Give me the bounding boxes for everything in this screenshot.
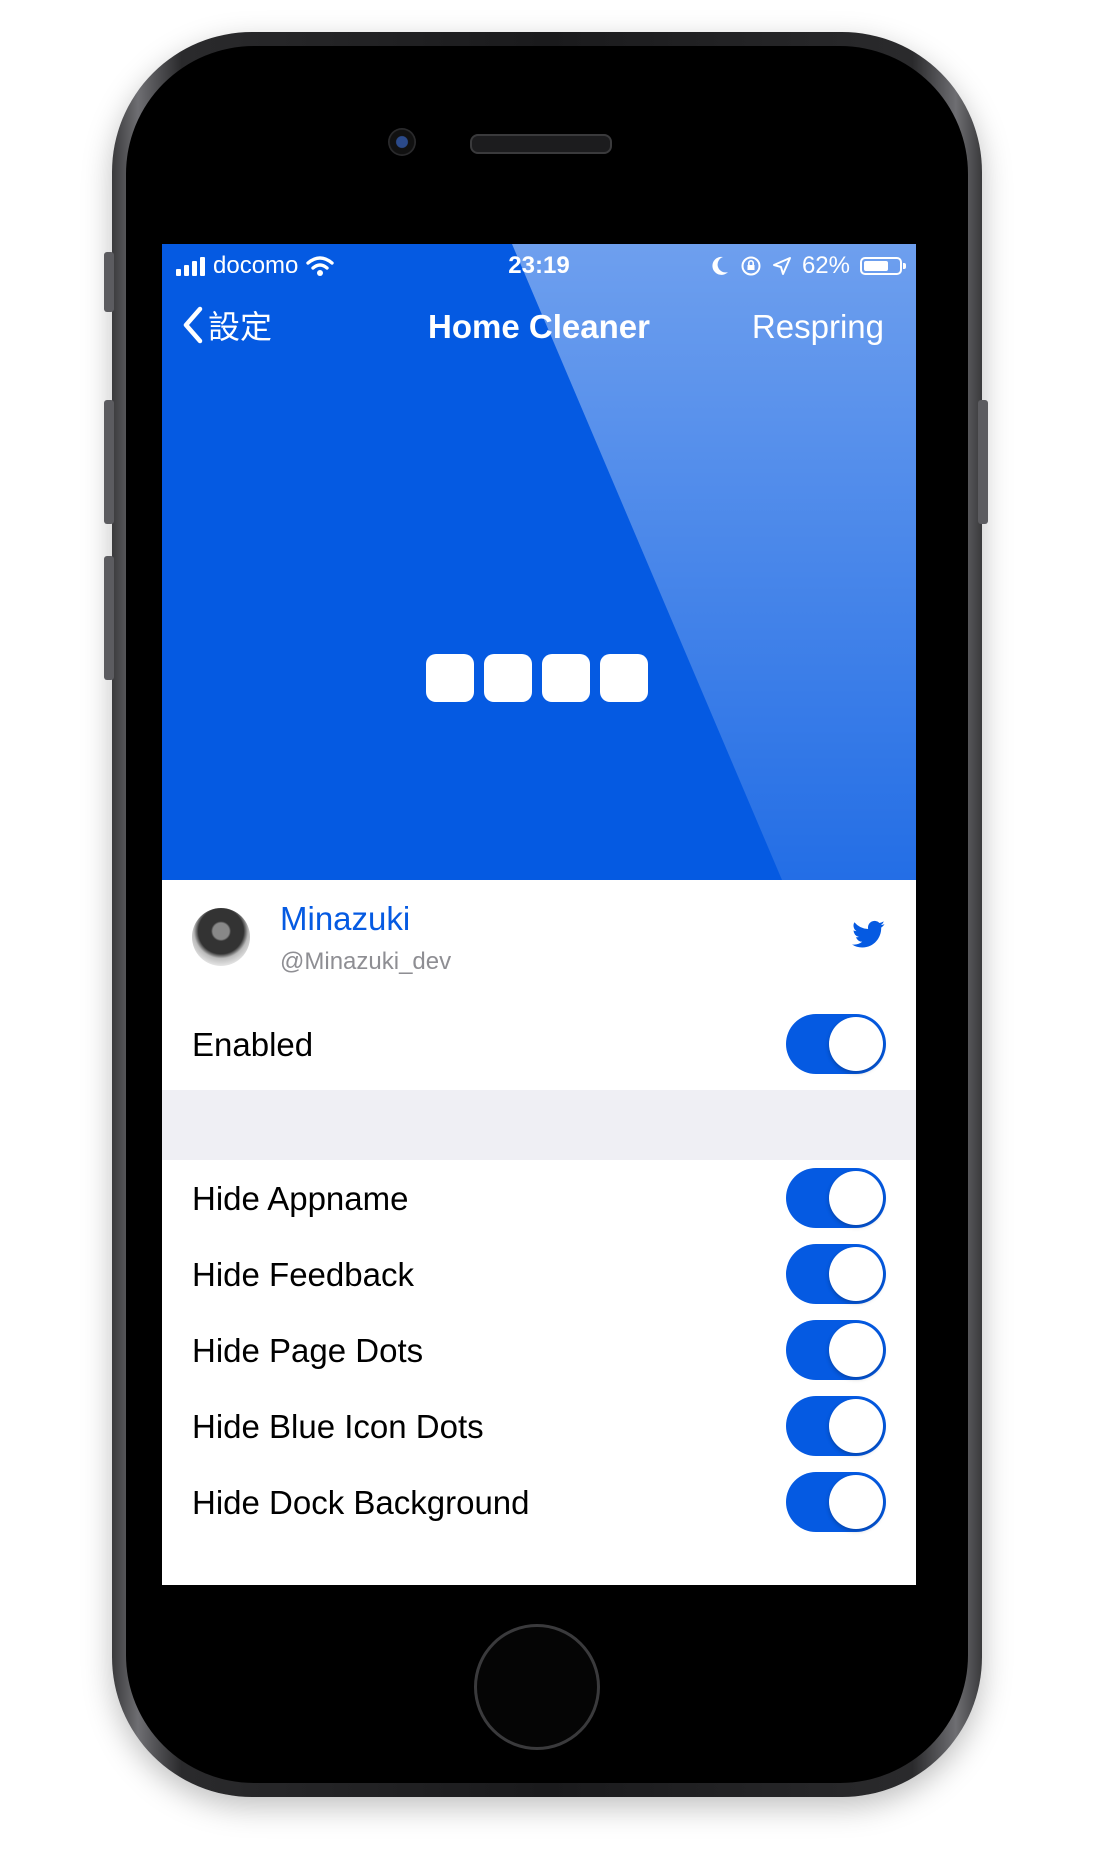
status-right: 62%	[710, 252, 906, 280]
hide-page-dots-label: Hide Page Dots	[192, 1332, 424, 1369]
home-button[interactable]	[474, 1624, 600, 1750]
battery-percent: 62%	[801, 252, 850, 279]
hide-blue-icon-dots-toggle[interactable]	[786, 1396, 886, 1456]
respring-button[interactable]: Respring	[752, 308, 884, 346]
earpiece-speaker	[470, 134, 612, 154]
moon-icon	[712, 256, 728, 275]
location-icon	[772, 257, 791, 275]
hide-blue-icon-dots-label: Hide Blue Icon Dots	[192, 1408, 484, 1445]
hide-appname-label: Hide Appname	[192, 1180, 409, 1217]
enabled-label: Enabled	[192, 1026, 314, 1063]
hide-dock-background-label: Hide Dock Background	[192, 1484, 530, 1521]
orientation-lock-icon	[741, 256, 761, 276]
avatar	[192, 908, 250, 966]
section-separator	[162, 1090, 916, 1160]
mute-switch	[104, 252, 114, 312]
twitter-icon[interactable]	[852, 920, 886, 950]
status-bar: docomo 23:19 62%	[162, 244, 916, 286]
author-handle: @Minazuki_dev	[280, 948, 452, 975]
volume-down-button	[104, 556, 114, 680]
hide-dock-background-toggle[interactable]	[786, 1472, 886, 1532]
screen: docomo 23:19 62% 設定 Home Cleaner Resprin…	[162, 244, 916, 1585]
author-cell[interactable]: Minazuki @Minazuki_dev	[162, 880, 916, 998]
setting-row: Hide Page Dots	[162, 1312, 916, 1388]
hide-appname-toggle[interactable]	[786, 1168, 886, 1228]
hide-page-dots-toggle[interactable]	[786, 1320, 886, 1380]
power-button	[978, 400, 988, 524]
setting-row: Hide Blue Icon Dots	[162, 1388, 916, 1464]
battery-icon	[860, 257, 906, 275]
author-name: Minazuki	[280, 900, 411, 937]
header-banner: docomo 23:19 62% 設定 Home Cleaner Resprin…	[162, 244, 916, 880]
front-camera	[388, 128, 416, 156]
setting-row: Hide Appname	[162, 1160, 916, 1236]
hide-feedback-toggle[interactable]	[786, 1244, 886, 1304]
app-logo	[426, 654, 648, 702]
setting-row: Hide Feedback	[162, 1236, 916, 1312]
volume-up-button	[104, 400, 114, 524]
enabled-row: Enabled	[162, 998, 916, 1090]
hide-feedback-label: Hide Feedback	[192, 1256, 414, 1293]
setting-row: Hide Dock Background	[162, 1464, 916, 1585]
enabled-toggle[interactable]	[786, 1014, 886, 1074]
navigation-bar: 設定 Home Cleaner Respring	[162, 294, 916, 360]
